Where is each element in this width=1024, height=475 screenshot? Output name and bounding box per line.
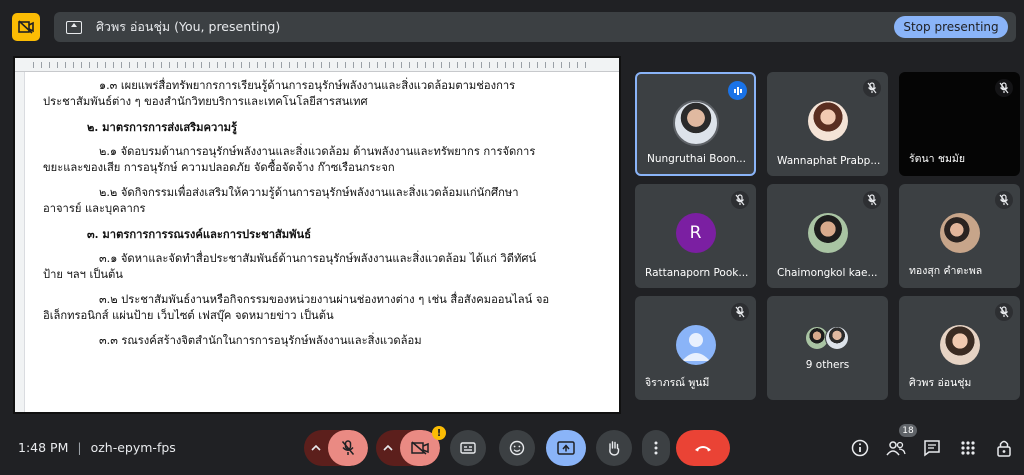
participant-name: Wannaphat Prabp... (777, 155, 881, 167)
doc-line: ๓.๓ รณรงค์สร้างจิตสำนักในการการอนุรักษ์พ… (99, 334, 422, 347)
doc-line: อาจารย์ และบุคลากร (43, 202, 146, 215)
camera-control-group (376, 430, 440, 466)
camera-off-badge (12, 13, 40, 41)
participant-name: Chaimongkol kae... (777, 267, 878, 279)
participant-name: Nungruthai Boon... (647, 153, 746, 165)
mic-off-icon (995, 79, 1013, 97)
captions-button[interactable] (450, 430, 486, 466)
camera-off-icon (18, 20, 34, 34)
present-to-all-icon (557, 441, 575, 455)
participant-tile[interactable]: ทองสุก คำตะพล (899, 184, 1020, 288)
doc-line: ๒.๒ จัดกิจกรรมเพื่อส่งเสริมให้ความรู้ด้า… (99, 186, 519, 199)
caret-up-icon (311, 445, 321, 451)
info-icon (851, 439, 869, 457)
person-icon (675, 325, 716, 365)
participant-name: ทองสุก คำตะพล (909, 265, 983, 277)
present-to-all-icon (66, 20, 82, 34)
people-count-badge: 18 (899, 424, 917, 437)
document-body: ๑.๓ เผยแพร่สื่อทรัพยากรการเรียนรู้ด้านกา… (25, 72, 619, 412)
others-label: 9 others (805, 359, 850, 371)
host-controls-icon (997, 440, 1011, 457)
meeting-details-button[interactable] (850, 438, 870, 458)
doc-line: ขยะและของเสีย การอนุรักษ์ ความปลอดภัย จั… (43, 161, 395, 174)
participant-name: รัตนา ชมมัย (909, 153, 965, 165)
presenting-label: ศิวพร อ่อนชุ่ม (You, presenting) (96, 19, 281, 34)
doc-line: ๓.๑ จัดหาและจัดทำสื่อประชาสัมพันธ์ด้านกา… (99, 252, 537, 265)
participant-tile[interactable]: รัตนา ชมมัย (899, 72, 1020, 176)
doc-line: ๑.๓ เผยแพร่สื่อทรัพยากรการเรียนรู้ด้านกา… (99, 79, 516, 92)
more-vert-icon (654, 441, 658, 455)
meeting-time: 1:48 PM (18, 440, 69, 455)
participant-tile[interactable]: Nungruthai Boon... (635, 72, 756, 176)
warning-badge: ! (432, 426, 446, 440)
participant-name: Rattanaporn Pook... (645, 267, 749, 279)
raise-hand-button[interactable] (596, 430, 632, 466)
captions-icon (460, 442, 476, 454)
others-avatar-stack (804, 326, 851, 350)
present-now-button[interactable] (546, 430, 586, 466)
shared-screen: ๑.๓ เผยแพร่สื่อทรัพยากรการเรียนรู้ด้านกา… (13, 56, 621, 414)
chat-icon (924, 440, 940, 457)
doc-line: ป้าย ฯลฯ เป็นต้น (43, 268, 123, 281)
participant-tile-others[interactable]: 9 others (767, 296, 888, 400)
mic-off-icon (863, 79, 881, 97)
doc-heading: ๒. มาตรการการส่งเสริมความรู้ (87, 120, 237, 134)
call-end-icon (695, 446, 711, 452)
speaking-indicator-icon (728, 81, 747, 100)
audio-options-button[interactable] (304, 430, 328, 466)
participant-tile[interactable]: จิราภรณ์ พูนมี (635, 296, 756, 400)
reactions-button[interactable] (499, 430, 535, 466)
video-options-button[interactable] (376, 430, 400, 466)
avatar (672, 100, 719, 146)
avatar (807, 213, 848, 253)
meeting-info: 1:48 PM | ozh-epym-fps (18, 440, 176, 455)
presenting-banner: ศิวพร อ่อนชุ่ม (You, presenting) Stop pr… (54, 12, 1016, 42)
apps-icon (961, 441, 975, 455)
participant-tile[interactable]: Chaimongkol kae... (767, 184, 888, 288)
separator: | (77, 440, 82, 455)
raise-hand-icon (609, 441, 620, 456)
activities-button[interactable] (958, 438, 978, 458)
more-options-button[interactable] (642, 430, 670, 466)
participant-tile[interactable]: R Rattanaporn Pook... (635, 184, 756, 288)
mic-off-icon (341, 440, 355, 455)
emoji-icon (509, 440, 525, 456)
document-left-margin (15, 72, 25, 412)
doc-heading: ๓. มาตรการการรณรงค์และการประชาสัมพันธ์ (87, 227, 312, 241)
avatar (807, 101, 848, 141)
caret-up-icon (383, 445, 393, 451)
mic-toggle-button[interactable] (328, 430, 368, 466)
document-ruler (15, 58, 619, 72)
mic-off-icon (995, 191, 1013, 209)
doc-line: ๓.๒ ประชาสัมพันธ์งานหรือกิจกรรมของหน่วยง… (99, 293, 550, 306)
people-icon (886, 441, 906, 456)
doc-line: ประชาสัมพันธ์ต่าง ๆ ของสำนักวิทยบริการแล… (43, 95, 368, 108)
participant-name: จิราภรณ์ พูนมี (645, 377, 710, 389)
avatar (939, 213, 980, 253)
mic-off-icon (995, 303, 1013, 321)
stop-presenting-button[interactable]: Stop presenting (894, 16, 1008, 38)
doc-line: อิเล็กทรอนิกส์ แผ่นป้าย เว็บไซต์ เฟสบุ๊ค… (43, 309, 334, 322)
mic-off-icon (731, 303, 749, 321)
doc-line: ๒.๑ จัดอบรมด้านการอนุรักษ์พลังงานและสิ่ง… (99, 145, 536, 158)
mic-control-group (304, 430, 368, 466)
participant-tile[interactable]: Wannaphat Prabp... (767, 72, 888, 176)
camera-off-icon (411, 441, 429, 455)
people-button[interactable] (886, 438, 906, 458)
meeting-code: ozh-epym-fps (90, 440, 176, 455)
participant-name: ศิวพร อ่อนชุ่ม (909, 377, 972, 389)
mic-off-icon (863, 191, 881, 209)
avatar (939, 325, 980, 365)
avatar-initial: R (675, 213, 716, 253)
leave-call-button[interactable] (676, 430, 730, 466)
chat-button[interactable] (922, 438, 942, 458)
host-controls-button[interactable] (994, 438, 1014, 458)
mic-off-icon (731, 191, 749, 209)
participant-tile[interactable]: ศิวพร อ่อนชุ่ม (899, 296, 1020, 400)
